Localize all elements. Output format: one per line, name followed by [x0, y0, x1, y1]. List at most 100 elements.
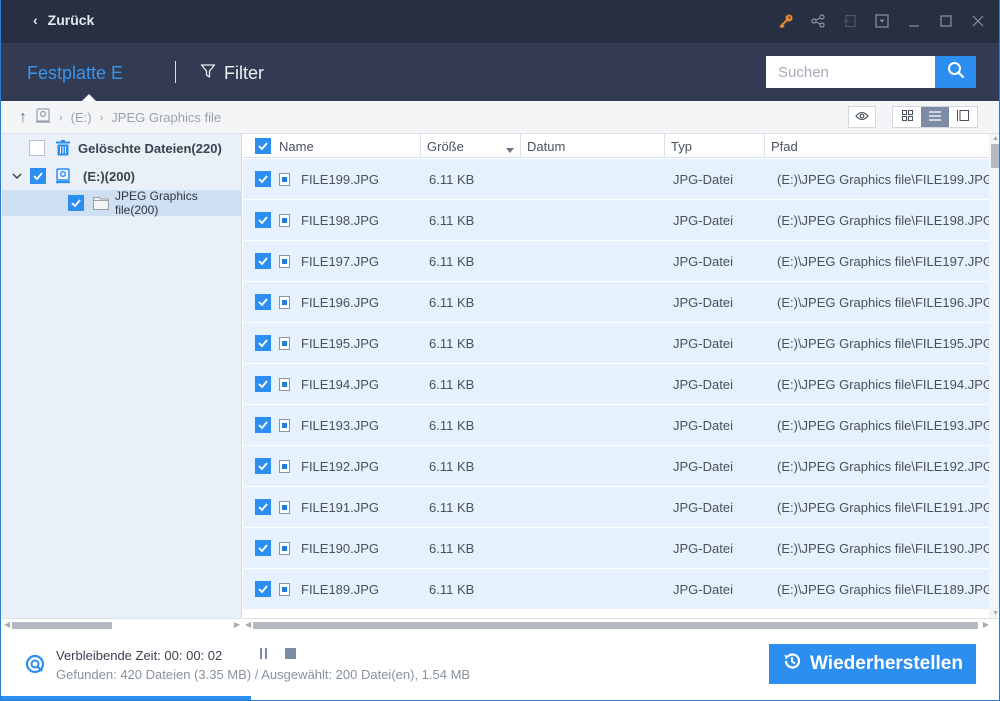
file-name: FILE195.JPG: [301, 335, 380, 351]
file-size: 6.11 KB: [429, 376, 475, 392]
breadcrumb-item[interactable]: (E:): [71, 110, 92, 125]
scroll-down-icon[interactable]: ▼: [992, 610, 999, 617]
file-path: (E:)\JPEG Graphics file\FILE193.JPG: [777, 417, 989, 433]
row-checkbox-cell: [255, 282, 290, 322]
row-checkbox[interactable]: [255, 212, 271, 228]
row-checkbox-cell: [255, 528, 290, 568]
image-file-icon: [279, 541, 290, 555]
row-checkbox-cell: [255, 405, 290, 445]
row-checkbox[interactable]: [255, 458, 271, 474]
list-view-button[interactable]: [921, 107, 949, 127]
scroll-thumb[interactable]: [253, 622, 978, 629]
scroll-thumb[interactable]: [991, 144, 999, 168]
table-row[interactable]: FILE199.JPG 6.11 KB JPG-Datei (E:)\JPEG Gra…: [243, 159, 989, 200]
table-row[interactable]: FILE197.JPG 6.11 KB JPG-Datei (E:)\JPEG Gra…: [243, 241, 989, 282]
row-checkbox[interactable]: [255, 335, 271, 351]
table-row[interactable]: FILE195.JPG 6.11 KB JPG-Datei (E:)\JPEG Gra…: [243, 323, 989, 364]
column-label: Datum: [527, 138, 566, 154]
table-row[interactable]: FILE190.JPG 6.11 KB JPG-Datei (E:)\JPEG Gra…: [243, 528, 989, 569]
row-checkbox[interactable]: [255, 417, 271, 433]
close-icon[interactable]: [969, 10, 987, 32]
file-type: JPG-Datei: [673, 417, 733, 433]
table-row[interactable]: FILE196.JPG 6.11 KB JPG-Datei (E:)\JPEG Gra…: [243, 282, 989, 323]
up-arrow-icon[interactable]: ↑: [19, 109, 27, 127]
tree-item-drive-e[interactable]: (E:)(200): [2, 163, 242, 189]
stop-button[interactable]: [285, 648, 296, 659]
detail-view-button[interactable]: [949, 107, 977, 127]
row-checkbox[interactable]: [255, 499, 271, 515]
scroll-thumb[interactable]: [12, 622, 112, 629]
chevron-down-icon[interactable]: [12, 172, 22, 180]
row-checkbox[interactable]: [255, 253, 271, 269]
select-all-checkbox[interactable]: [255, 138, 271, 154]
tree-checkbox[interactable]: [30, 168, 46, 184]
tree-checkbox[interactable]: [68, 195, 84, 211]
tab-disk[interactable]: Festplatte E: [27, 63, 123, 84]
file-name: FILE192.JPG: [301, 458, 380, 474]
share-icon[interactable]: [809, 10, 827, 32]
maximize-icon[interactable]: [937, 10, 955, 32]
list-horizontal-scrollbar[interactable]: ◀ ▶: [243, 618, 999, 630]
tree-checkbox[interactable]: [29, 140, 45, 156]
key-icon[interactable]: [777, 10, 795, 32]
table-row[interactable]: FILE192.JPG 6.11 KB JPG-Datei (E:)\JPEG Gra…: [243, 446, 989, 487]
file-path: (E:)\JPEG Graphics file\FILE196.JPG: [777, 294, 989, 310]
file-type: JPG-Datei: [673, 335, 733, 351]
file-name: FILE191.JPG: [301, 499, 380, 515]
search-button[interactable]: [935, 56, 976, 88]
found-summary: Gefunden: 420 Dateien (3.35 MB) / Ausgew…: [56, 667, 471, 682]
image-file-icon: [279, 377, 290, 391]
filter-button[interactable]: Filter: [200, 63, 264, 84]
preview-button[interactable]: [848, 106, 876, 128]
restore-label: Wiederherstellen: [810, 653, 963, 674]
row-checkbox[interactable]: [255, 171, 271, 187]
eye-icon: [855, 108, 869, 126]
row-checkbox[interactable]: [255, 376, 271, 392]
table-row[interactable]: FILE193.JPG 6.11 KB JPG-Datei (E:)\JPEG Gra…: [243, 405, 989, 446]
row-checkbox-cell: [255, 364, 290, 404]
restore-button[interactable]: Wiederherstellen: [769, 644, 976, 684]
breadcrumb-item[interactable]: JPEG Graphics file: [111, 110, 221, 125]
folder-icon: [93, 196, 109, 210]
file-type: JPG-Datei: [673, 253, 733, 269]
table-row[interactable]: FILE198.JPG 6.11 KB JPG-Datei (E:)\JPEG Gra…: [243, 200, 989, 241]
row-checkbox[interactable]: [255, 294, 271, 310]
row-checkbox[interactable]: [255, 581, 271, 597]
grid-view-button[interactable]: [893, 107, 921, 127]
dropdown-menu-icon[interactable]: [873, 10, 891, 32]
scroll-right-icon[interactable]: ▶: [234, 620, 240, 629]
filter-icon: [200, 63, 216, 84]
file-type: JPG-Datei: [673, 499, 733, 515]
tree-item-deleted-files[interactable]: Gelöschte Dateien(220): [2, 135, 242, 161]
scroll-left-icon[interactable]: ◀: [4, 620, 10, 629]
pause-icon-bar: [265, 648, 267, 659]
login-icon[interactable]: [841, 10, 859, 32]
column-header-size[interactable]: Größe: [421, 134, 521, 158]
pause-button[interactable]: [260, 648, 267, 659]
computer-icon[interactable]: [35, 108, 51, 127]
column-header-path[interactable]: Pfad: [765, 134, 989, 158]
tree-item-jpeg-folder[interactable]: JPEG Graphics file(200): [2, 189, 242, 217]
row-checkbox-cell: [255, 446, 290, 486]
file-size: 6.11 KB: [429, 335, 475, 351]
scroll-left-icon[interactable]: ◀: [245, 620, 251, 629]
table-row[interactable]: FILE189.JPG 6.11 KB JPG-Datei (E:)\JPEG Gra…: [243, 569, 989, 610]
scroll-up-icon[interactable]: ▲: [992, 135, 999, 142]
tree-horizontal-scrollbar[interactable]: ◀ ▶: [2, 618, 242, 630]
search-input[interactable]: [766, 56, 935, 88]
table-row[interactable]: FILE191.JPG 6.11 KB JPG-Datei (E:)\JPEG Gra…: [243, 487, 989, 528]
column-header-date[interactable]: Datum: [521, 134, 665, 158]
row-checkbox[interactable]: [255, 540, 271, 556]
row-checkbox-cell: [255, 241, 290, 281]
column-header-name[interactable]: Name: [243, 134, 421, 158]
minimize-icon[interactable]: [905, 10, 923, 32]
table-row[interactable]: FILE194.JPG 6.11 KB JPG-Datei (E:)\JPEG Gra…: [243, 364, 989, 405]
window-controls: [777, 10, 987, 32]
back-button[interactable]: ‹ Zurück: [33, 12, 94, 28]
column-header-type[interactable]: Typ: [665, 134, 765, 158]
file-type: JPG-Datei: [673, 171, 733, 187]
file-size: 6.11 KB: [429, 417, 475, 433]
scroll-right-icon[interactable]: ▶: [983, 620, 989, 629]
vertical-scrollbar[interactable]: ▲ ▼: [989, 134, 999, 618]
file-size: 6.11 KB: [429, 212, 475, 228]
